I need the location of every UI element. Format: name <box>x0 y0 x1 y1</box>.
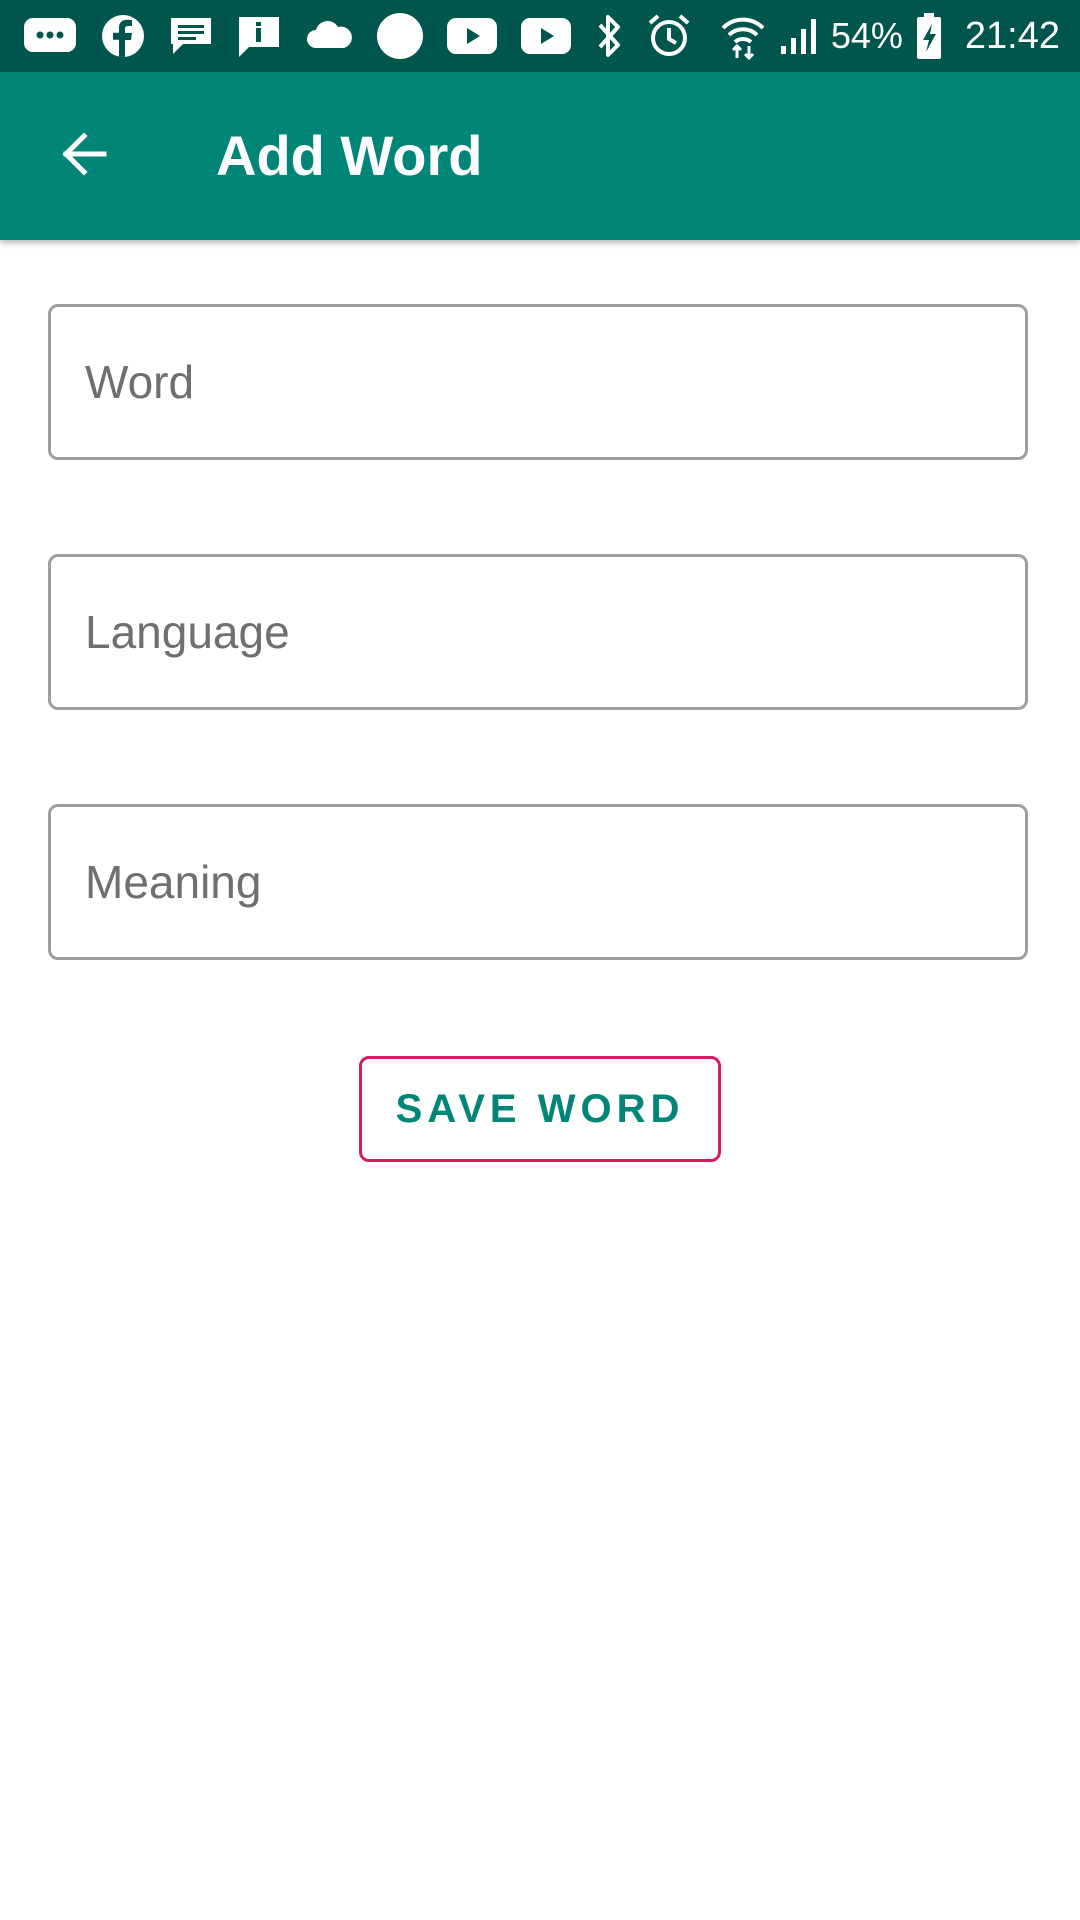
wifi-icon <box>719 12 767 60</box>
page-title: Add Word <box>216 124 483 187</box>
facebook-icon <box>100 13 146 59</box>
word-input[interactable] <box>51 307 1025 457</box>
message-icon <box>168 14 214 58</box>
bluetooth-icon <box>594 13 624 59</box>
battery-charging-icon <box>915 12 943 60</box>
youtube-icon <box>520 16 572 56</box>
signal-icon <box>779 16 819 56</box>
info-message-icon <box>236 14 282 58</box>
youtube-icon <box>446 16 498 56</box>
app-bar: Add Word <box>0 72 1080 240</box>
messenger-icon <box>22 14 78 58</box>
word-field <box>48 304 1028 460</box>
circle-icon <box>376 12 424 60</box>
battery-percent: 54% <box>830 15 903 56</box>
meaning-field <box>48 804 1028 960</box>
meaning-input[interactable] <box>51 807 1025 957</box>
notification-icons <box>22 0 692 72</box>
back-button[interactable] <box>40 112 128 200</box>
cloud-icon <box>304 18 354 54</box>
language-input[interactable] <box>51 557 1025 707</box>
language-field <box>48 554 1028 710</box>
save-word-button[interactable]: SAVE WORD <box>359 1056 721 1162</box>
clock: 21:42 <box>964 14 1060 57</box>
status-bar: 54% 21:42 <box>0 0 1080 72</box>
arrow-back-icon <box>58 128 110 185</box>
system-indicators: 54% 21:42 <box>719 0 1060 72</box>
alarm-icon <box>646 13 692 59</box>
